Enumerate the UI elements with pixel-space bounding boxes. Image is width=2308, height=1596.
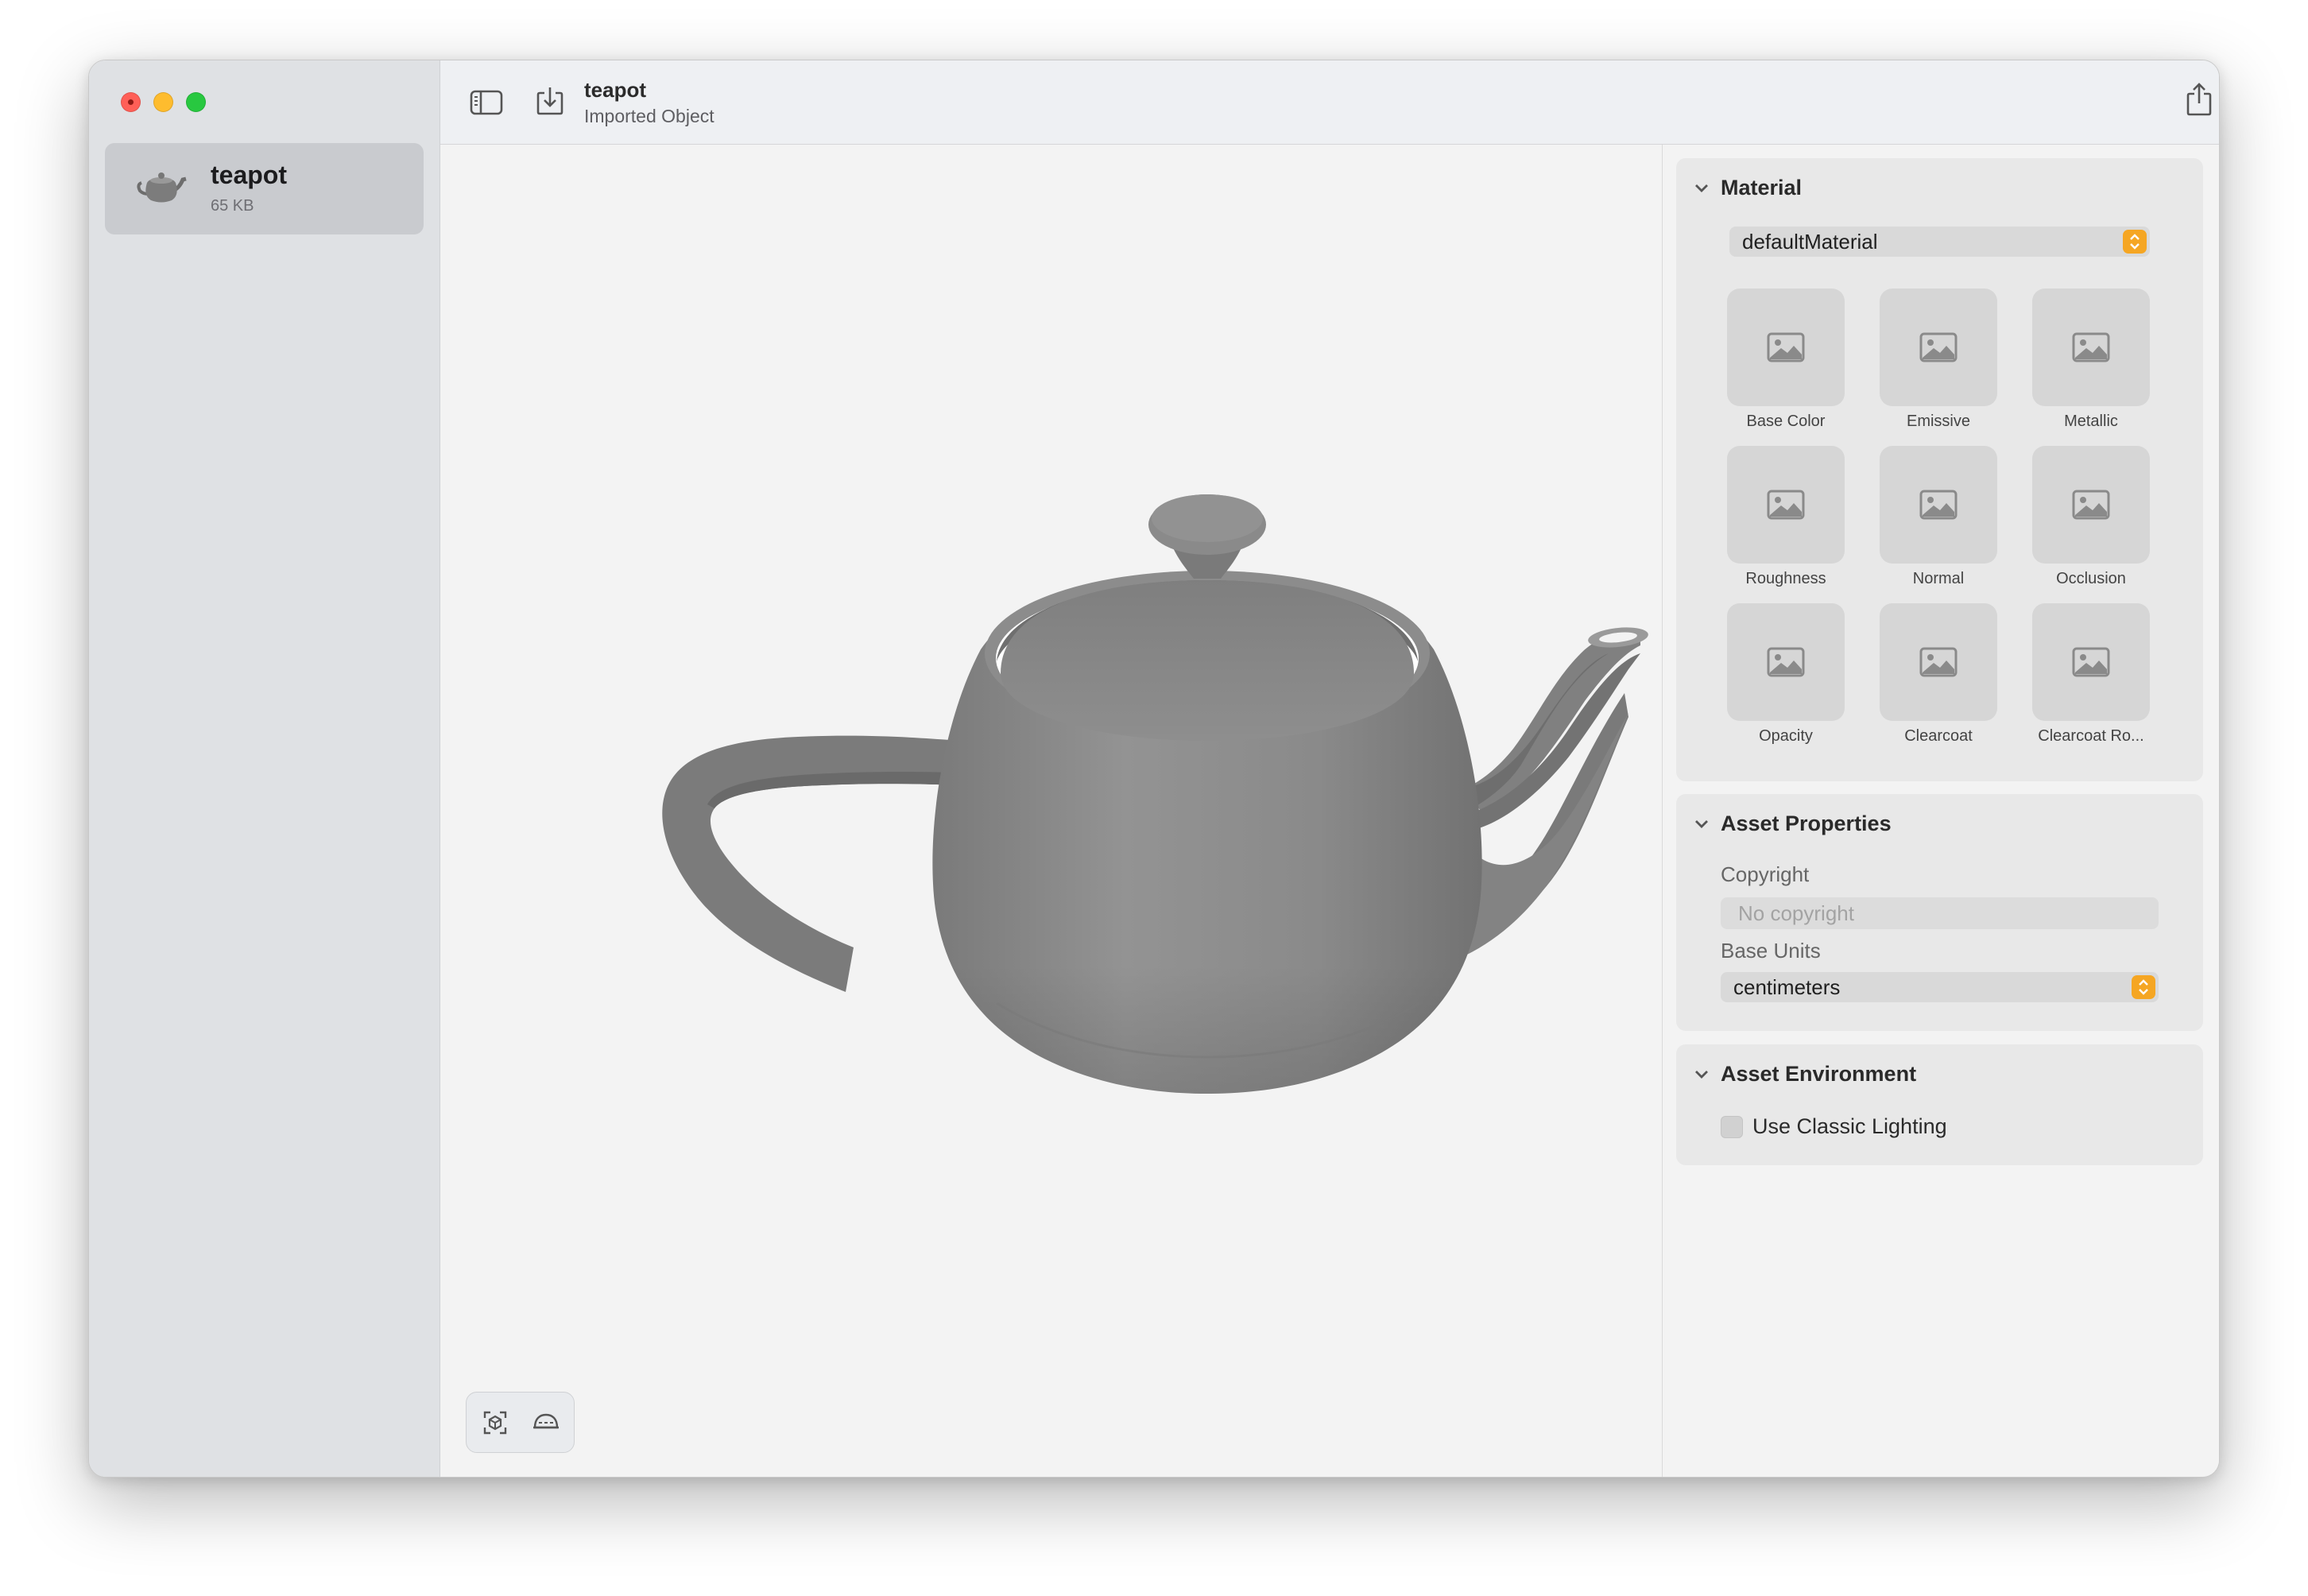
- 3d-viewport[interactable]: [440, 145, 1662, 1477]
- texture-label: Occlusion: [2056, 570, 2126, 587]
- asset-environment-title: Asset Environment: [1721, 1062, 1917, 1086]
- classic-lighting-label: Use Classic Lighting: [1752, 1114, 1947, 1138]
- image-placeholder-icon: [1919, 647, 1958, 677]
- image-placeholder-icon: [2072, 490, 2110, 520]
- file-size: 65 KB: [211, 197, 254, 215]
- material-select-value: defaultMaterial: [1742, 230, 1878, 254]
- sidebar: teapot 65 KB: [89, 60, 440, 1477]
- image-placeholder-icon: [1919, 490, 1958, 520]
- texture-slot-clearcoat-roughness[interactable]: Clearcoat Ro...: [2032, 603, 2150, 746]
- page-subtitle: Imported Object: [584, 106, 714, 126]
- inspector-panel: Material defaultMaterial Base Color Emis…: [1662, 145, 2219, 1477]
- material-title: Material: [1721, 176, 1803, 200]
- toolbar: teapot Imported Object: [440, 60, 2219, 145]
- texture-label: Base Color: [1746, 413, 1826, 430]
- copyright-label: Copyright: [1721, 862, 1810, 886]
- ground-plane-icon[interactable]: [530, 1407, 562, 1439]
- zoom-window-button[interactable]: [186, 92, 206, 112]
- file-name: teapot: [211, 161, 287, 189]
- texture-slot-occlusion[interactable]: Occlusion: [2032, 446, 2150, 588]
- base-units-label: Base Units: [1721, 939, 1821, 963]
- share-icon[interactable]: [2180, 80, 2218, 118]
- texture-label: Normal: [1912, 570, 1965, 587]
- window-controls: [121, 92, 206, 112]
- asset-properties-header[interactable]: Asset Properties: [1694, 812, 1892, 836]
- copyright-field[interactable]: No copyright: [1721, 897, 2159, 929]
- image-placeholder-icon: [1919, 332, 1958, 362]
- texture-slot-clearcoat[interactable]: Clearcoat: [1880, 603, 1997, 746]
- classic-lighting-row[interactable]: Use Classic Lighting: [1721, 1114, 1947, 1139]
- image-placeholder-icon: [1767, 332, 1805, 362]
- frame-object-icon[interactable]: [479, 1407, 511, 1439]
- teapot-model[interactable]: [440, 145, 1662, 1477]
- close-window-button[interactable]: [121, 92, 141, 112]
- image-placeholder-icon: [2072, 332, 2110, 362]
- texture-slot-base-color[interactable]: Base Color: [1727, 289, 1845, 431]
- sidebar-toggle-icon[interactable]: [467, 83, 505, 122]
- asset-properties-section: Asset Properties Copyright No copyright …: [1676, 794, 2203, 1031]
- asset-environment-header[interactable]: Asset Environment: [1694, 1062, 1916, 1087]
- texture-slot-opacity[interactable]: Opacity: [1727, 603, 1845, 746]
- teapot-thumbnail-icon: [137, 172, 187, 203]
- base-units-select[interactable]: centimeters: [1721, 972, 2159, 1002]
- document-title: teapot Imported Object: [584, 78, 714, 127]
- texture-label: Clearcoat: [1904, 727, 1973, 745]
- texture-slot-normal[interactable]: Normal: [1880, 446, 1997, 588]
- texture-label: Clearcoat Ro...: [2038, 727, 2144, 745]
- app-window: teapot 65 KB teapot Imported Object Mate…: [88, 60, 2220, 1478]
- image-placeholder-icon: [1767, 647, 1805, 677]
- base-units-value: centimeters: [1733, 975, 1841, 999]
- asset-properties-title: Asset Properties: [1721, 812, 1892, 835]
- texture-label: Metallic: [2064, 413, 2118, 430]
- page-title: teapot: [584, 78, 646, 102]
- material-section: Material defaultMaterial Base Color Emis…: [1676, 158, 2203, 781]
- image-placeholder-icon: [2072, 647, 2110, 677]
- texture-label: Emissive: [1906, 413, 1970, 430]
- import-icon[interactable]: [531, 82, 569, 120]
- texture-label: Opacity: [1759, 727, 1813, 745]
- image-placeholder-icon: [1767, 490, 1805, 520]
- texture-slot-metallic[interactable]: Metallic: [2032, 289, 2150, 431]
- texture-label: Roughness: [1745, 570, 1826, 587]
- chevron-down-icon[interactable]: [1694, 819, 1710, 830]
- classic-lighting-checkbox[interactable]: [1721, 1115, 1743, 1138]
- texture-slot-emissive[interactable]: Emissive: [1880, 289, 1997, 431]
- asset-environment-section: Asset Environment Use Classic Lighting: [1676, 1044, 2203, 1165]
- select-stepper-icon: [2123, 230, 2147, 254]
- material-select[interactable]: defaultMaterial: [1729, 227, 2150, 257]
- minimize-window-button[interactable]: [153, 92, 173, 112]
- material-header[interactable]: Material: [1694, 176, 1802, 200]
- view-controls: [466, 1392, 575, 1453]
- chevron-down-icon[interactable]: [1694, 183, 1710, 194]
- texture-slot-roughness[interactable]: Roughness: [1727, 446, 1845, 588]
- chevron-down-icon[interactable]: [1694, 1069, 1710, 1080]
- select-stepper-icon: [2132, 975, 2155, 999]
- sidebar-item-teapot[interactable]: teapot 65 KB: [105, 143, 424, 234]
